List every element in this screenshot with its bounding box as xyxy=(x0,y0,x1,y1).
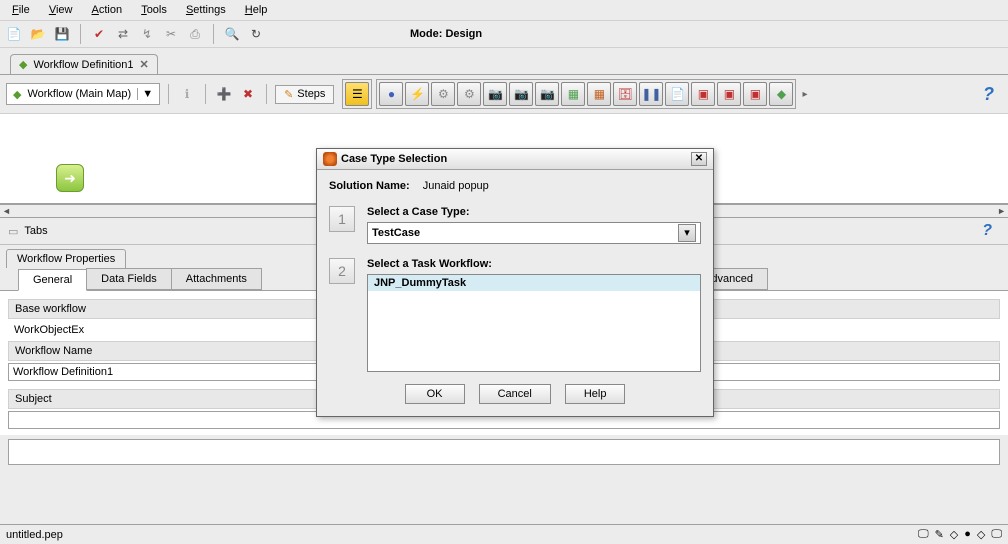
new-icon[interactable]: 📄 xyxy=(4,24,24,44)
status-icon-3[interactable]: ◇ xyxy=(950,528,958,541)
camera3-icon[interactable]: 📷 xyxy=(535,82,559,106)
solution-name-label: Solution Name: xyxy=(329,180,410,192)
validate-icon[interactable]: ✔ xyxy=(89,24,109,44)
dialog-title-text: Case Type Selection xyxy=(341,153,447,165)
step-2-row: 2 Select a Task Workflow: JNP_DummyTask xyxy=(329,258,701,372)
select-case-type-label: Select a Case Type: xyxy=(367,206,701,218)
task-workflow-item[interactable]: JNP_DummyTask xyxy=(368,275,700,291)
dialog-button-row: OK Cancel Help xyxy=(329,378,701,408)
tab-general[interactable]: General xyxy=(18,269,87,291)
workflow-green-icon: ◆ xyxy=(13,88,21,101)
menu-view[interactable]: View xyxy=(41,2,81,18)
more-icon[interactable]: ▸ xyxy=(802,89,807,100)
help-icon-2[interactable]: ? xyxy=(982,222,1000,240)
step-1-number: 1 xyxy=(329,206,355,232)
menu-file[interactable]: File xyxy=(4,2,38,18)
status-file: untitled.pep xyxy=(6,529,63,541)
camera-icon[interactable]: 📷 xyxy=(483,82,507,106)
status-icon-1[interactable]: 🖵 xyxy=(918,528,929,541)
blank-panel xyxy=(8,439,1000,465)
mode-label: Mode: Design xyxy=(410,28,482,40)
close-tab-icon[interactable]: ✕ xyxy=(140,58,149,71)
menu-bar: File View Action Tools Settings Help xyxy=(0,0,1008,21)
status-icon-2[interactable]: ✎ xyxy=(935,528,944,541)
tab-attachments[interactable]: Attachments xyxy=(171,268,262,290)
action5-icon[interactable]: ⎙ xyxy=(185,24,205,44)
java-icon xyxy=(323,152,337,166)
transfer-icon[interactable]: ⇄ xyxy=(113,24,133,44)
tabs-icon: ▭ xyxy=(8,225,18,238)
menu-help[interactable]: Help xyxy=(237,2,276,18)
step-1-row: 1 Select a Case Type: TestCase ▾ xyxy=(329,206,701,244)
action4-icon[interactable]: ✂ xyxy=(161,24,181,44)
diamond-icon[interactable]: ◆ xyxy=(769,82,793,106)
help-button[interactable]: Help xyxy=(565,384,626,404)
workflow-properties-tab[interactable]: Workflow Properties xyxy=(6,249,126,268)
red2-icon[interactable]: ▣ xyxy=(717,82,741,106)
action3-icon[interactable]: ↯ xyxy=(137,24,157,44)
main-toolbar: 📄 📂 💾 ✔ ⇄ ↯ ✂ ⎙ 🔍 ↻ Mode: Design xyxy=(0,21,1008,48)
status-icon-5[interactable]: ◇ xyxy=(977,528,985,541)
solution-name-row: Solution Name: Junaid popup xyxy=(329,180,701,192)
dialog-titlebar[interactable]: Case Type Selection ✕ xyxy=(317,149,713,170)
workflow-icon: ◆ xyxy=(19,58,27,71)
red1-icon[interactable]: ▣ xyxy=(691,82,715,106)
document-tab[interactable]: ◆ Workflow Definition1 ✕ xyxy=(10,54,158,74)
menu-tools[interactable]: Tools xyxy=(133,2,175,18)
step-2-number: 2 xyxy=(329,258,355,284)
zoom-icon[interactable]: 🔍 xyxy=(222,24,242,44)
steps-button[interactable]: ✎ Steps xyxy=(275,85,334,104)
refresh-icon[interactable]: ↻ xyxy=(246,24,266,44)
save-icon[interactable]: 💾 xyxy=(52,24,72,44)
menu-settings[interactable]: Settings xyxy=(178,2,234,18)
document-tab-label: Workflow Definition1 xyxy=(33,59,133,71)
gear2-icon[interactable]: ⚙ xyxy=(457,82,481,106)
workflow-toolbar: ◆ Workflow (Main Map) ▼ ℹ ➕ ✖ ✎ Steps ☰ … xyxy=(0,75,1008,114)
pause-icon[interactable]: ❚❚ xyxy=(639,82,663,106)
solution-name-value: Junaid popup xyxy=(423,180,489,192)
case-type-selection-dialog: Case Type Selection ✕ Solution Name: Jun… xyxy=(316,148,714,417)
red3-icon[interactable]: ▣ xyxy=(743,82,767,106)
camera2-icon[interactable]: 📷 xyxy=(509,82,533,106)
pencil-icon: ✎ xyxy=(284,88,293,101)
db-icon[interactable]: 🗄 xyxy=(613,82,637,106)
start-step-node[interactable]: ➜ xyxy=(56,164,84,192)
workflow-map-label: Workflow (Main Map) xyxy=(27,88,131,100)
cancel-button[interactable]: Cancel xyxy=(479,384,551,404)
tabs-label-text: Tabs xyxy=(24,225,47,237)
select-task-workflow-label: Select a Task Workflow: xyxy=(367,258,701,270)
status-icon-6[interactable]: 🖵 xyxy=(991,528,1002,541)
box1-icon[interactable]: ▦ xyxy=(561,82,585,106)
scroll-right-icon[interactable]: ► xyxy=(997,206,1006,216)
list-step-icon[interactable]: ☰ xyxy=(345,82,369,106)
step-palette: ☰ xyxy=(342,79,372,109)
circle-step-icon[interactable]: ● xyxy=(379,82,403,106)
workflow-map-selector[interactable]: ◆ Workflow (Main Map) ▼ xyxy=(6,83,160,105)
dropdown-arrow-icon[interactable]: ▼ xyxy=(137,88,153,100)
help-icon[interactable]: ? xyxy=(983,84,1002,105)
status-bar: untitled.pep 🖵 ✎ ◇ ● ◇ 🖵 xyxy=(0,524,1008,544)
doc-icon[interactable]: 📄 xyxy=(665,82,689,106)
open-icon[interactable]: 📂 xyxy=(28,24,48,44)
menu-action[interactable]: Action xyxy=(84,2,131,18)
document-tab-bar: ◆ Workflow Definition1 ✕ xyxy=(0,48,1008,75)
status-icons: 🖵 ✎ ◇ ● ◇ 🖵 xyxy=(918,528,1002,541)
gear1-icon[interactable]: ⚙ xyxy=(431,82,455,106)
case-type-dropdown[interactable]: TestCase ▾ xyxy=(367,222,701,244)
step-palette-2: ● ⚡ ⚙ ⚙ 📷 📷 📷 ▦ ▦ 🗄 ❚❚ 📄 ▣ ▣ ▣ ◆ xyxy=(376,79,796,109)
delete-map-icon[interactable]: ✖ xyxy=(238,84,258,104)
dialog-body: Solution Name: Junaid popup 1 Select a C… xyxy=(317,170,713,416)
ok-button[interactable]: OK xyxy=(405,384,465,404)
tab-data-fields[interactable]: Data Fields xyxy=(86,268,172,290)
task-workflow-list[interactable]: JNP_DummyTask xyxy=(367,274,701,372)
info-icon[interactable]: ℹ xyxy=(177,84,197,104)
status-icon-4[interactable]: ● xyxy=(964,528,971,541)
plug-step-icon[interactable]: ⚡ xyxy=(405,82,429,106)
dialog-close-button[interactable]: ✕ xyxy=(691,152,707,166)
case-type-value: TestCase xyxy=(372,227,420,239)
box2-icon[interactable]: ▦ xyxy=(587,82,611,106)
scroll-left-icon[interactable]: ◄ xyxy=(2,206,11,216)
case-type-dropdown-arrow[interactable]: ▾ xyxy=(678,224,696,242)
add-map-icon[interactable]: ➕ xyxy=(214,84,234,104)
